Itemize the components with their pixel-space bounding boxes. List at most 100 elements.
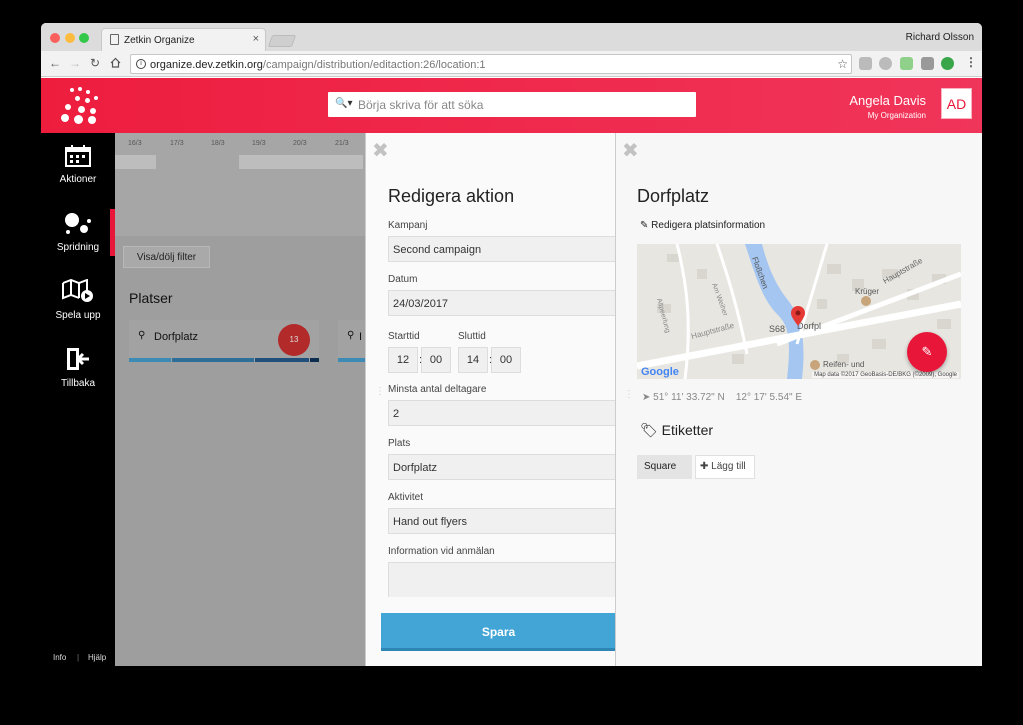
start-hour-input[interactable]: 12 (388, 347, 418, 373)
camera-icon[interactable] (859, 57, 872, 70)
calendar-event[interactable] (115, 155, 156, 169)
location-card[interactable]: ⚲ Dorfplatz 13 (129, 320, 319, 362)
svg-text:Reifen- und: Reifen- und (823, 360, 864, 369)
activity-select[interactable]: Hand out flyers (388, 508, 615, 534)
section-title: Platser (129, 290, 173, 306)
menu-icon[interactable]: ⋮ (965, 55, 977, 69)
svg-text:S68: S68 (769, 324, 785, 334)
organization-name[interactable]: My Organization (868, 111, 926, 120)
close-icon[interactable]: ✖ (622, 138, 639, 163)
add-tag-button[interactable]: ✚ Lägg till (695, 455, 755, 479)
calendar-date: 21/3 (335, 140, 349, 147)
sidebar: Aktioner Spridning Spela upp Tillbaka In… (41, 133, 115, 666)
window-maximize-button[interactable] (79, 33, 89, 43)
edit-location-fab[interactable]: ✎ (907, 332, 947, 372)
place-label: Plats (388, 438, 411, 449)
extension-icon[interactable] (900, 57, 913, 70)
place-select[interactable]: Dorfplatz (388, 454, 615, 480)
sidebar-item-label: Aktioner (59, 174, 97, 185)
info-icon[interactable]: i (136, 59, 146, 69)
close-icon[interactable]: ✖ (372, 138, 389, 163)
calendar-icon (65, 145, 91, 167)
user-name[interactable]: Angela Davis (849, 93, 926, 108)
edit-location-link[interactable]: ✎ Redigera platsinformation (640, 220, 765, 231)
drag-handle-icon[interactable]: ⋮ (375, 386, 385, 397)
calendar-date: 19/3 (252, 140, 266, 147)
reload-icon[interactable]: ↻ (90, 56, 100, 70)
window-minimize-button[interactable] (65, 33, 75, 43)
pin-icon: ⚲ (138, 330, 146, 341)
star-icon[interactable]: ☆ (837, 57, 848, 71)
search-input[interactable] (358, 95, 678, 114)
end-hour-input[interactable]: 14 (458, 347, 488, 373)
min-participants-input[interactable]: 2 (388, 400, 615, 426)
progress-segment (255, 358, 309, 362)
drag-handle-icon[interactable]: ⋮ (624, 389, 634, 400)
edit-location-label: Redigera platsinformation (651, 220, 766, 231)
start-minute-input[interactable]: 00 (421, 347, 451, 373)
cloud-icon[interactable] (879, 57, 892, 70)
add-tag-label: Lägg till (711, 461, 746, 472)
count-badge: 13 (278, 324, 310, 356)
date-label: Datum (388, 274, 418, 285)
sidebar-item-aktioner[interactable]: Aktioner (41, 145, 115, 185)
back-icon[interactable]: ← (49, 56, 61, 70)
progress-segment (338, 358, 365, 362)
location-card[interactable]: ⚲ I (338, 320, 365, 362)
latitude: 51° 11' 33.72" N (653, 392, 725, 403)
sidebar-item-tillbaka[interactable]: Tillbaka (41, 347, 115, 389)
new-tab-button[interactable] (267, 35, 297, 47)
tags-title: Etiketter (661, 422, 714, 438)
map-attribution[interactable]: Map data ©2017 GeoBasis-DE/BKG (©2009), … (812, 372, 959, 378)
cast-icon[interactable] (921, 57, 934, 70)
signup-info-label: Information vid anmälan (388, 546, 495, 557)
app-header: 🔍▾ Angela Davis My Organization AD (41, 78, 982, 133)
forward-icon[interactable]: → (69, 56, 81, 70)
help-link[interactable]: Hjälp (88, 653, 106, 662)
calendar-event[interactable] (239, 155, 363, 169)
search-icon: 🔍▾ (335, 98, 353, 109)
info-link[interactable]: Info (53, 653, 66, 662)
location-arrow-icon: ➤ (642, 392, 651, 403)
svg-text:Dorfpl: Dorfpl (797, 321, 821, 331)
dots-icon (65, 213, 91, 234)
edit-action-panel: ✖ Redigera aktion Kampanj Second campaig… (365, 133, 615, 666)
coordinates: ➤ 51° 11' 33.72" N 12° 17' 5.54" E (642, 392, 802, 403)
tab-close-icon[interactable]: × (253, 33, 259, 45)
panel-title: Redigera aktion (388, 186, 515, 206)
sidebar-item-label: Spela upp (55, 310, 101, 321)
footer-divider: | (77, 653, 80, 662)
sidebar-item-spridning[interactable]: Spridning (41, 213, 115, 253)
avatar[interactable]: AD (941, 88, 972, 119)
browser-tab[interactable]: Zetkin Organize × (101, 28, 266, 51)
save-button[interactable]: Spara (381, 613, 615, 651)
browser-window: Zetkin Organize × Richard Olsson ← → ↻ i… (41, 23, 982, 666)
sidebar-item-spela-upp[interactable]: Spela upp (41, 278, 115, 321)
zetkin-logo[interactable] (61, 87, 103, 125)
tag-icon: 🏷 (640, 422, 658, 438)
end-minute-input[interactable]: 00 (491, 347, 521, 373)
campaign-select[interactable]: Second campaign (388, 236, 615, 262)
search-box[interactable]: 🔍▾ (328, 92, 696, 117)
progress-segment (310, 358, 319, 362)
profile-name[interactable]: Richard Olsson (906, 32, 974, 43)
signup-info-textarea[interactable] (388, 562, 615, 602)
location-name: I (359, 331, 363, 343)
progress-segment (129, 358, 171, 362)
sync-icon[interactable] (941, 57, 954, 70)
tab-title: Zetkin Organize (124, 35, 195, 46)
date-field[interactable]: 24/03/2017 (388, 290, 615, 316)
tag-chip[interactable]: Square (637, 455, 692, 479)
campaign-label: Kampanj (388, 220, 428, 231)
tab-bar: Zetkin Organize × Richard Olsson (41, 23, 982, 51)
home-icon[interactable] (110, 57, 121, 68)
window-close-button[interactable] (50, 33, 60, 43)
progress-segment (172, 358, 254, 362)
exit-icon (67, 348, 89, 370)
address-bar[interactable]: i organize.dev.zetkin.org/campaign/distr… (130, 54, 852, 74)
min-participants-label: Minsta antal deltagare (388, 384, 487, 395)
calendar-strip: 16/3 17/3 18/3 19/3 20/3 21/3 (115, 133, 365, 236)
calendar-date: 18/3 (211, 140, 225, 147)
svg-text:Krüger: Krüger (855, 287, 879, 296)
toggle-filter-button[interactable]: Visa/dölj filter (123, 246, 210, 268)
